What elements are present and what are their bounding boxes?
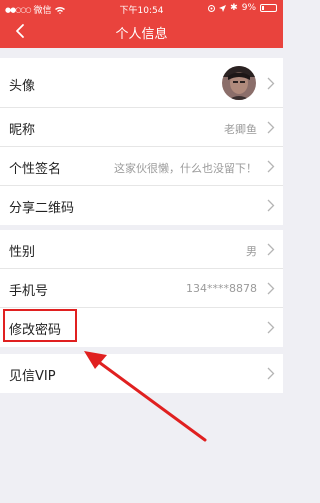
annotation-arrow — [84, 351, 207, 442]
